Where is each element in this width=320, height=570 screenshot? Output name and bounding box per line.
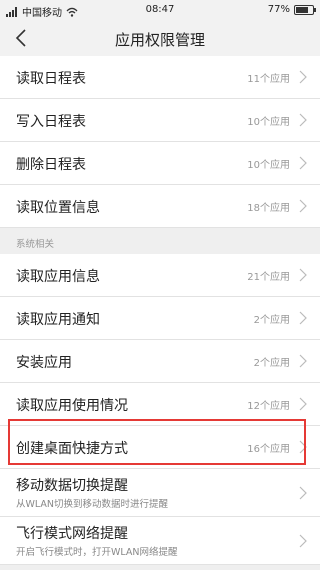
list-item-label: 读取应用信息 [16,269,100,285]
chevron-right-icon [299,354,307,368]
list-item-mobile-data-alert[interactable]: 移动数据切换提醒 从WLAN切换到移动数据时进行提醒 [0,469,320,517]
list-item-label: 读取应用通知 [16,312,100,328]
chevron-right-icon [299,440,307,454]
chevron-right-icon [299,311,307,325]
list-item-read-calendar[interactable]: 读取日程表 11个应用 [0,56,320,99]
app-count: 2个应用 [253,358,290,369]
section-header-label: 系统相关 [16,239,55,250]
list-item-description: 开启飞行模式时，打开WLAN网络提醒 [16,547,178,558]
list-item-label: 移动数据切换提醒 [16,478,128,494]
chevron-right-icon [299,534,307,548]
list-item-create-shortcut[interactable]: 创建桌面快捷方式 16个应用 [0,426,320,469]
chevron-right-icon [299,486,307,500]
list-item-delete-calendar[interactable]: 删除日程表 10个应用 [0,142,320,185]
chevron-right-icon [299,113,307,127]
app-count: 11个应用 [247,74,290,85]
app-count: 21个应用 [247,272,290,283]
status-right: 77% [267,4,316,15]
chevron-right-icon [299,156,307,170]
page-title: 应用权限管理 [114,31,205,49]
battery-icon [294,4,316,15]
list-item-label: 读取位置信息 [16,200,100,216]
list-item-label: 创建桌面快捷方式 [16,441,128,457]
permission-list: 读取日程表 11个应用 写入日程表 10个应用 删除日程表 10个应用 读取位置… [0,56,320,565]
list-item-read-app-info[interactable]: 读取应用信息 21个应用 [0,254,320,297]
app-count: 10个应用 [247,117,290,128]
list-item-read-usage[interactable]: 读取应用使用情况 12个应用 [0,383,320,426]
list-item-label: 读取日程表 [16,71,86,87]
battery-percent: 77% [267,4,290,15]
nav-bar: 应用权限管理 [0,20,320,56]
chevron-right-icon [299,70,307,84]
battery-fill [296,6,309,13]
list-item-label: 飞行模式网络提醒 [16,526,128,542]
list-item-description: 从WLAN切换到移动数据时进行提醒 [16,499,169,510]
app-count: 2个应用 [253,315,290,326]
list-item-label: 安装应用 [16,355,72,371]
section-header: 系统相关 [0,228,320,254]
app-count: 16个应用 [247,444,290,455]
list-item-label: 删除日程表 [16,157,86,173]
list-item-install-apps[interactable]: 安装应用 2个应用 [0,340,320,383]
status-bar: 中国移动 08:47 77% [0,0,320,20]
list-item-read-notifications[interactable]: 读取应用通知 2个应用 [0,297,320,340]
chevron-right-icon [299,397,307,411]
list-item-label: 读取应用使用情况 [16,398,128,414]
list-item-label: 写入日程表 [16,114,86,130]
list-item-read-location[interactable]: 读取位置信息 18个应用 [0,185,320,228]
chevron-right-icon [299,268,307,282]
list-item-airplane-mode-alert[interactable]: 飞行模式网络提醒 开启飞行模式时，打开WLAN网络提醒 [0,517,320,565]
app-count: 18个应用 [247,203,290,214]
chevron-right-icon [299,199,307,213]
list-item-write-calendar[interactable]: 写入日程表 10个应用 [0,99,320,142]
app-count: 10个应用 [247,160,290,171]
app-count: 12个应用 [247,401,290,412]
